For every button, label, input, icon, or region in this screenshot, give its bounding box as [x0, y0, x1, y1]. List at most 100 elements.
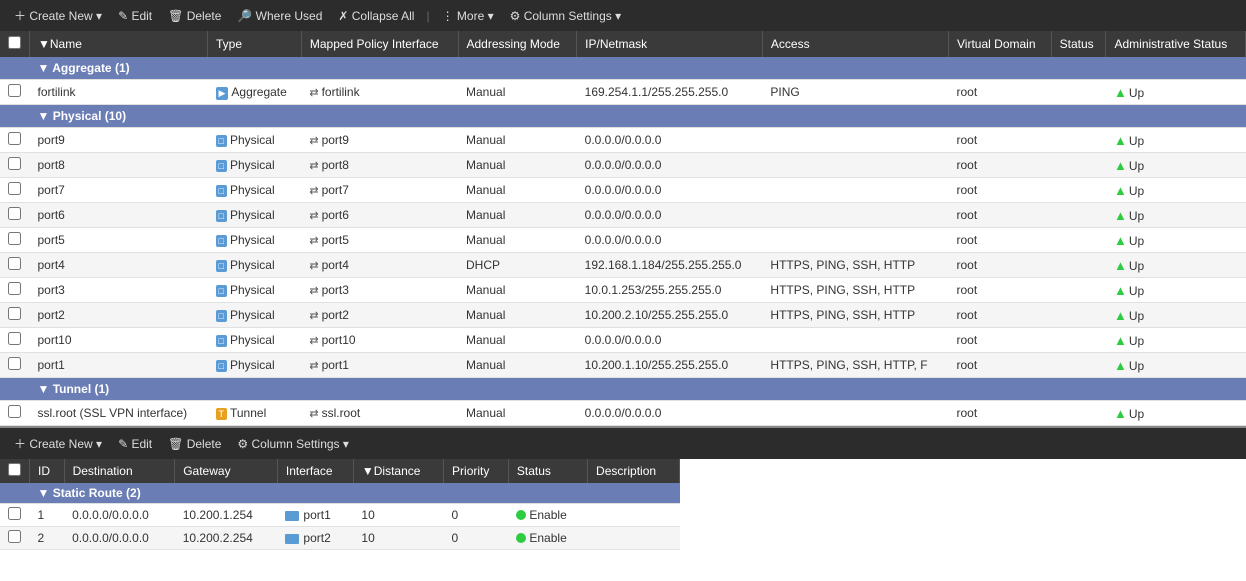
row-mapped: ⇄ssl.root [301, 401, 458, 426]
mapped-icon: ⇄ [309, 360, 318, 372]
row-access [762, 178, 948, 203]
type-icon: □ [216, 210, 227, 222]
row-checkbox-cell[interactable] [0, 178, 30, 203]
table-row[interactable]: port6 □Physical ⇄port6 Manual 0.0.0.0/0.… [0, 203, 1246, 228]
table-row[interactable]: port1 □Physical ⇄port1 Manual 10.200.1.1… [0, 353, 1246, 378]
delete-button[interactable]: 🗑 Delete [162, 6, 227, 26]
table-row[interactable]: port4 □Physical ⇄port4 DHCP 192.168.1.18… [0, 253, 1246, 278]
status-up-icon: ▲ [1114, 308, 1127, 323]
sr-destination: 0.0.0.0/0.0.0.0 [64, 527, 175, 550]
row-checkbox-cell[interactable] [0, 353, 30, 378]
static-route-row[interactable]: 2 0.0.0.0/0.0.0.0 10.200.2.254 port2 10 … [0, 527, 680, 550]
sub-select-all-checkbox[interactable] [8, 463, 21, 476]
row-checkbox-cell[interactable] [0, 328, 30, 353]
row-checkbox[interactable] [8, 157, 21, 170]
where-used-button[interactable]: 🔎 Where Used [231, 6, 328, 26]
row-checkbox-cell[interactable] [0, 228, 30, 253]
sr-checkbox-cell[interactable] [0, 504, 30, 527]
status-up-icon: ▲ [1114, 258, 1127, 273]
table-row[interactable]: port5 □Physical ⇄port5 Manual 0.0.0.0/0.… [0, 228, 1246, 253]
group-header-row[interactable]: ▼ Aggregate (1) [0, 57, 1246, 80]
type-icon: ▶ [216, 87, 229, 100]
group-checkbox-cell [0, 378, 30, 401]
row-checkbox[interactable] [8, 357, 21, 370]
header-checkbox-cell[interactable] [0, 31, 30, 57]
select-all-checkbox[interactable] [8, 36, 21, 49]
row-status [1051, 328, 1106, 353]
edit-button[interactable]: ✎ Edit [112, 6, 158, 26]
row-type: ▶Aggregate [208, 80, 302, 105]
type-icon: □ [216, 235, 227, 247]
group-header-label: ▼ Tunnel (1) [30, 378, 1246, 401]
row-checkbox[interactable] [8, 182, 21, 195]
table-row[interactable]: port8 □Physical ⇄port8 Manual 0.0.0.0/0.… [0, 153, 1246, 178]
col-type: Type [208, 31, 302, 57]
bottom-panel: ＋ Create New ▾ ✎ Edit 🗑 Delete ⚙ Column … [0, 426, 1246, 550]
sr-destination: 0.0.0.0/0.0.0.0 [64, 504, 175, 527]
create-new-button[interactable]: ＋ Create New ▾ [8, 4, 108, 27]
sr-gateway: 10.200.1.254 [175, 504, 278, 527]
row-vdom: root [949, 228, 1052, 253]
row-checkbox-cell[interactable] [0, 278, 30, 303]
sr-checkbox[interactable] [8, 530, 21, 543]
sub-col-id: ID [30, 459, 65, 483]
row-name: port10 [30, 328, 208, 353]
group-header-row[interactable]: ▼ Tunnel (1) [0, 378, 1246, 401]
row-type: TTunnel [208, 401, 302, 426]
collapse-all-button[interactable]: ✗ Collapse All [332, 6, 420, 26]
row-checkbox-cell[interactable] [0, 128, 30, 153]
more-button[interactable]: ⋮ More ▾ [436, 6, 500, 26]
sub-header-checkbox-cell[interactable] [0, 459, 30, 483]
row-type: □Physical [208, 253, 302, 278]
row-checkbox-cell[interactable] [0, 401, 30, 426]
row-checkbox[interactable] [8, 207, 21, 220]
row-admin-status: ▲Up [1106, 303, 1246, 328]
row-checkbox[interactable] [8, 257, 21, 270]
sub-edit-button[interactable]: ✎ Edit [112, 434, 158, 454]
column-settings-button[interactable]: ⚙ Column Settings ▾ [504, 6, 628, 26]
group-header-label: ▼ Physical (10) [30, 105, 1246, 128]
static-route-group-header[interactable]: ▼ Static Route (2) [0, 483, 680, 504]
row-access [762, 128, 948, 153]
row-admin-status: ▲Up [1106, 178, 1246, 203]
static-route-row[interactable]: 1 0.0.0.0/0.0.0.0 10.200.1.254 port1 10 … [0, 504, 680, 527]
table-row[interactable]: port7 □Physical ⇄port7 Manual 0.0.0.0/0.… [0, 178, 1246, 203]
row-checkbox[interactable] [8, 405, 21, 418]
status-up-icon: ▲ [1114, 133, 1127, 148]
row-checkbox[interactable] [8, 84, 21, 97]
sub-column-settings-button[interactable]: ⚙ Column Settings ▾ [231, 434, 355, 454]
row-checkbox-cell[interactable] [0, 203, 30, 228]
table-row[interactable]: port3 □Physical ⇄port3 Manual 10.0.1.253… [0, 278, 1246, 303]
row-name: fortilink [30, 80, 208, 105]
table-row[interactable]: fortilink ▶Aggregate ⇄fortilink Manual 1… [0, 80, 1246, 105]
row-checkbox[interactable] [8, 232, 21, 245]
row-status [1051, 203, 1106, 228]
col-access: Access [762, 31, 948, 57]
table-row[interactable]: port2 □Physical ⇄port2 Manual 10.200.2.1… [0, 303, 1246, 328]
sub-create-new-button[interactable]: ＋ Create New ▾ [8, 432, 108, 455]
separator: | [426, 9, 429, 23]
table-row[interactable]: ssl.root (SSL VPN interface) TTunnel ⇄ss… [0, 401, 1246, 426]
sub-col-priority: Priority [444, 459, 509, 483]
table-row[interactable]: port9 □Physical ⇄port9 Manual 0.0.0.0/0.… [0, 128, 1246, 153]
group-header-row[interactable]: ▼ Physical (10) [0, 105, 1246, 128]
row-status [1051, 353, 1106, 378]
row-name: port2 [30, 303, 208, 328]
sr-checkbox-cell[interactable] [0, 527, 30, 550]
row-checkbox-cell[interactable] [0, 80, 30, 105]
row-checkbox-cell[interactable] [0, 303, 30, 328]
row-checkbox[interactable] [8, 332, 21, 345]
table-row[interactable]: port10 □Physical ⇄port10 Manual 0.0.0.0/… [0, 328, 1246, 353]
row-checkbox[interactable] [8, 307, 21, 320]
row-checkbox[interactable] [8, 282, 21, 295]
mapped-icon: ⇄ [309, 285, 318, 297]
sub-delete-button[interactable]: 🗑 Delete [162, 434, 227, 454]
row-name: port5 [30, 228, 208, 253]
row-checkbox[interactable] [8, 132, 21, 145]
row-vdom: root [949, 278, 1052, 303]
row-checkbox-cell[interactable] [0, 253, 30, 278]
type-icon: □ [216, 160, 227, 172]
row-mapped: ⇄port7 [301, 178, 458, 203]
sr-checkbox[interactable] [8, 507, 21, 520]
row-checkbox-cell[interactable] [0, 153, 30, 178]
